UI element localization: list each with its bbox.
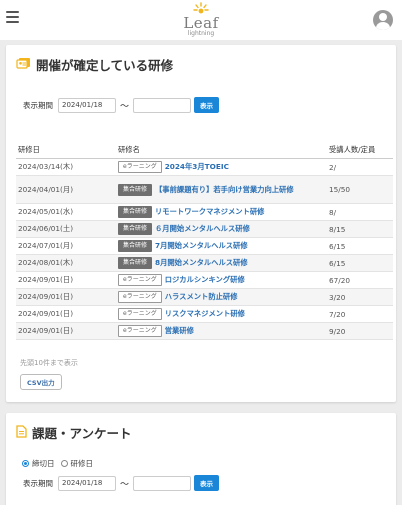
training-date: 2024/06/01(土)	[16, 220, 116, 238]
training-name-cell: 集合研修 8月開始メンタルヘルス研修	[116, 254, 327, 272]
table-row: 2024/09/01(日) eラーニング 営業研修 9/20	[16, 322, 393, 340]
training-name-link[interactable]: 営業研修	[165, 326, 194, 335]
attendee-count: 8/15	[327, 220, 393, 238]
training-name-cell: eラーニング ハラスメント防止研修	[116, 288, 327, 306]
tasks-title: 課題・アンケート	[32, 426, 132, 441]
table-row: 2024/04/01(月) 集合研修 【事前課題有り】若手向け営業力向上研修 15/5…	[16, 175, 393, 204]
radio-deadline[interactable]: 締切日	[22, 458, 55, 469]
training-name-link[interactable]: 7月開始メンタルヘルス研修	[155, 241, 248, 250]
tasks-date-to-input[interactable]	[133, 475, 192, 491]
training-name-link[interactable]: ハラスメント防止研修	[165, 292, 238, 301]
attendee-count: 8/	[327, 203, 393, 221]
table-row: 2024/09/01(日) eラーニング ハラスメント防止研修 3/20	[16, 288, 393, 306]
period-label: 表示期間	[23, 100, 53, 110]
training-name-cell: 集合研修 ６月開始メンタルヘルス研修	[116, 220, 327, 238]
training-date: 2024/09/01(日)	[16, 271, 116, 289]
training-name-cell: 集合研修 【事前課題有り】若手向け営業力向上研修	[116, 175, 327, 204]
training-type-badge: 集合研修	[118, 257, 153, 269]
tasks-date-from-input[interactable]	[58, 475, 116, 491]
csv-export-button[interactable]: CSV出力	[20, 374, 62, 390]
table-header-row: 研修日 研修名 受講人数/定員	[16, 142, 393, 159]
tilde-separator: 〜	[120, 101, 130, 112]
tasks-period-filter: 表示期間 〜 表示	[23, 475, 220, 491]
training-type-badge: eラーニング	[118, 274, 162, 286]
training-type-badge: 集合研修	[118, 206, 153, 218]
tasks-survey-card: 課題・アンケート 締切日 研修日 表示期間 〜 表示	[6, 413, 396, 505]
training-name-cell: eラーニング 2024年3月TOEIC	[116, 158, 327, 176]
training-type-badge: 集合研修	[118, 183, 153, 196]
table-row: 2024/08/01(木) 集合研修 8月開始メンタルヘルス研修 6/15	[16, 254, 393, 272]
training-type-badge: eラーニング	[118, 308, 162, 320]
table-row: 2024/09/01(日) eラーニング ロジカルシンキング研修 67/20	[16, 271, 393, 289]
confirmed-trainings-heading: 開催が確定している研修	[16, 55, 173, 74]
training-date: 2024/03/14(木)	[16, 158, 116, 176]
training-date: 2024/09/01(日)	[16, 305, 116, 323]
training-name-cell: eラーニング ロジカルシンキング研修	[116, 271, 327, 289]
top-bar: Leaf lightning	[0, 0, 402, 40]
training-name-link[interactable]: 8月開始メンタルヘルス研修	[155, 258, 248, 267]
table-row: 2024/06/01(土) 集合研修 ６月開始メンタルヘルス研修 8/15	[16, 220, 393, 238]
attendee-count: 67/20	[327, 271, 393, 289]
tasks-show-button[interactable]: 表示	[194, 475, 220, 491]
attendee-count: 6/15	[327, 237, 393, 255]
training-date: 2024/08/01(木)	[16, 254, 116, 272]
period-filter: 表示期間 〜 表示	[23, 97, 220, 113]
training-name-link[interactable]: ６月開始メンタルヘルス研修	[155, 224, 250, 233]
attendee-count: 3/20	[327, 288, 393, 306]
training-date: 2024/07/01(月)	[16, 237, 116, 255]
table-row: 2024/05/01(水) 集合研修 リモートワークマネジメント研修 8/	[16, 203, 393, 221]
document-icon	[16, 424, 27, 441]
training-date: 2024/05/01(水)	[16, 203, 116, 221]
training-name-link[interactable]: ロジカルシンキング研修	[165, 275, 245, 284]
training-name-link[interactable]: リモートワークマネジメント研修	[155, 207, 264, 216]
date-to-input[interactable]	[133, 97, 192, 113]
column-header-name: 研修名	[116, 142, 327, 159]
table-row: 2024/03/14(木) eラーニング 2024年3月TOEIC 2/	[16, 158, 393, 176]
attendee-count: 15/50	[327, 175, 393, 204]
tasks-tilde-separator: 〜	[120, 479, 130, 490]
training-type-badge: eラーニング	[118, 325, 162, 337]
training-date: 2024/09/01(日)	[16, 288, 116, 306]
attendee-count: 9/20	[327, 322, 393, 340]
training-name-link[interactable]: 2024年3月TOEIC	[165, 162, 229, 171]
confirmed-trainings-card: 開催が確定している研修 表示期間 〜 表示 研修日 研修名 受講人数/定員 20…	[6, 45, 396, 402]
training-table: 研修日 研修名 受講人数/定員 2024/03/14(木) eラーニング 2024年…	[16, 142, 393, 340]
date-type-radio-group: 締切日 研修日	[22, 458, 99, 469]
training-date: 2024/04/01(月)	[16, 175, 116, 204]
column-header-date: 研修日	[16, 142, 116, 159]
training-name-link[interactable]: リスクマネジメント研修	[165, 309, 245, 318]
training-type-badge: 集合研修	[118, 223, 153, 235]
column-header-count: 受講人数/定員	[327, 142, 393, 159]
radio-training-date[interactable]: 研修日	[60, 458, 93, 469]
training-name-cell: 集合研修 リモートワークマネジメント研修	[116, 203, 327, 221]
tasks-heading: 課題・アンケート	[16, 423, 132, 442]
table-row: 2024/09/01(日) eラーニング リスクマネジメント研修 7/20	[16, 305, 393, 323]
hamburger-menu-icon[interactable]	[6, 11, 19, 23]
date-from-input[interactable]	[58, 97, 116, 113]
training-type-badge: eラーニング	[118, 291, 162, 303]
training-name-link[interactable]: 【事前課題有り】若手向け営業力向上研修	[155, 185, 294, 194]
training-type-badge: eラーニング	[118, 161, 162, 173]
confirmed-trainings-title: 開催が確定している研修	[36, 58, 174, 73]
attendee-count: 6/15	[327, 254, 393, 272]
logo[interactable]: Leaf lightning	[176, 2, 226, 37]
training-name-cell: eラーニング 営業研修	[116, 322, 327, 340]
training-name-cell: eラーニング リスクマネジメント研修	[116, 305, 327, 323]
table-row: 2024/07/01(月) 集合研修 7月開始メンタルヘルス研修 6/15	[16, 237, 393, 255]
attendee-count: 7/20	[327, 305, 393, 323]
training-name-cell: 集合研修 7月開始メンタルヘルス研修	[116, 237, 327, 255]
show-button[interactable]: 表示	[194, 97, 220, 113]
attendee-count: 2/	[327, 158, 393, 176]
id-card-icon	[16, 57, 31, 72]
avatar[interactable]	[373, 10, 393, 30]
training-type-badge: 集合研修	[118, 240, 153, 252]
training-date: 2024/09/01(日)	[16, 322, 116, 340]
logo-text: Leaf	[183, 14, 219, 32]
tasks-period-label: 表示期間	[23, 478, 53, 488]
display-limit-note: 先頭10件まで表示	[20, 359, 78, 367]
